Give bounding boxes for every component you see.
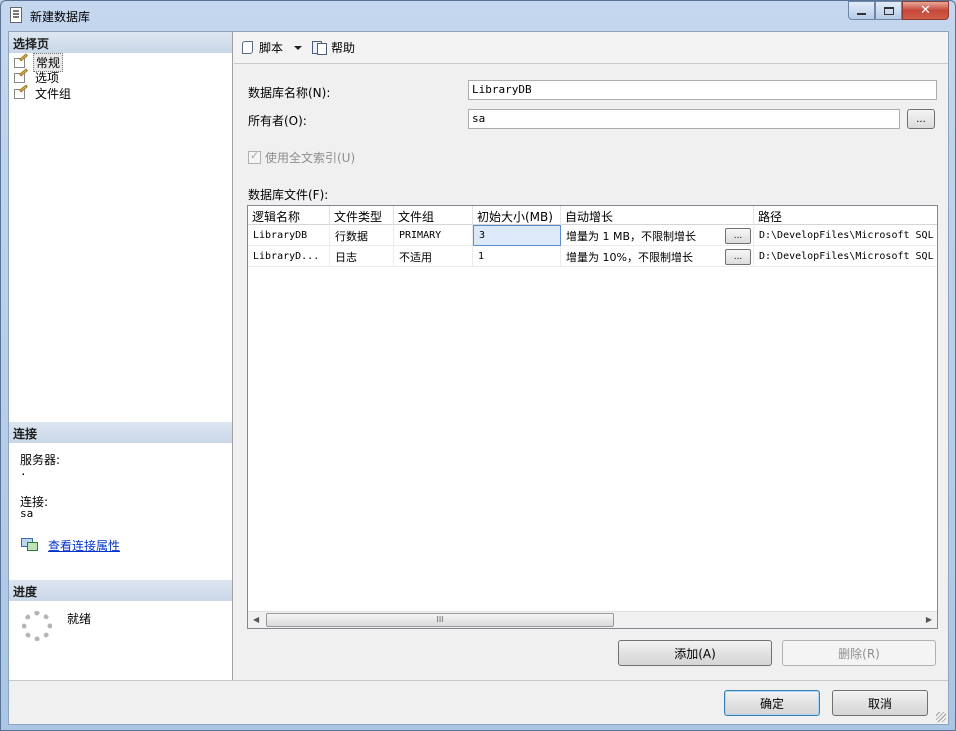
connection-header: 连接: [9, 422, 232, 443]
progress-status: 就绪: [67, 612, 92, 626]
connection-properties-icon: [21, 538, 39, 552]
column-header[interactable]: 文件组: [394, 206, 473, 225]
cell-path[interactable]: D:\DevelopFiles\Microsoft SQL: [754, 246, 937, 267]
column-header[interactable]: 路径: [754, 206, 937, 225]
fulltext-index-option[interactable]: 使用全文索引(U): [248, 149, 355, 166]
page-item-filegroups[interactable]: 文件组: [13, 84, 73, 101]
grid-header: 逻辑名称 文件类型 文件组 初始大小(MB) 自动增长 路径: [248, 206, 937, 225]
autogrowth-edit-button[interactable]: ...: [725, 248, 751, 265]
right-pane: 脚本 帮助 数据库名称(N): LibraryDB 所有者(O): sa ...…: [234, 32, 948, 680]
resize-grip-icon[interactable]: [936, 712, 946, 722]
dialog-client-area: 选择页 常规 选项 文件组 连接 服务器: . 连接: sa 查看连接属性 进度…: [8, 31, 949, 725]
script-label: 脚本: [259, 41, 284, 55]
database-files-grid: 逻辑名称 文件类型 文件组 初始大小(MB) 自动增长 路径 LibraryDB…: [247, 205, 938, 629]
minimize-button[interactable]: [848, 1, 875, 20]
fulltext-index-label: 使用全文索引(U): [265, 151, 356, 165]
server-value: .: [20, 465, 27, 478]
cancel-button[interactable]: 取消: [832, 690, 928, 716]
db-name-input[interactable]: LibraryDB: [468, 80, 937, 100]
autogrowth-text: 增量为 10%，不限制增长: [566, 250, 693, 264]
cell-path[interactable]: D:\DevelopFiles\Microsoft SQL: [754, 225, 937, 246]
cell-logical-name[interactable]: LibraryD...: [248, 246, 330, 267]
page-item-label: 文件组: [35, 86, 72, 101]
script-button[interactable]: 脚本: [240, 39, 303, 56]
autogrowth-edit-button[interactable]: ...: [725, 227, 751, 244]
close-button[interactable]: ✕: [902, 1, 949, 20]
column-header[interactable]: 逻辑名称: [248, 206, 330, 225]
chevron-down-icon[interactable]: [294, 45, 303, 50]
table-row[interactable]: LibraryDB 行数据 PRIMARY 3 增量为 1 MB，不限制增长 .…: [248, 225, 937, 246]
cell-file-type[interactable]: 行数据: [330, 225, 394, 246]
scroll-right-icon[interactable]: ▶: [926, 615, 932, 624]
close-icon: ✕: [920, 3, 931, 18]
title-bar[interactable]: 新建数据库 ✕: [1, 1, 955, 31]
db-name-label: 数据库名称(N):: [248, 86, 331, 100]
column-header[interactable]: 自动增长: [561, 206, 754, 225]
page-edit-icon: [13, 84, 29, 100]
owner-browse-button[interactable]: ...: [907, 109, 935, 129]
cell-initial-size[interactable]: 1: [473, 246, 561, 267]
table-row[interactable]: LibraryD... 日志 不适用 1 增量为 10%，不限制增长 ... D…: [248, 246, 937, 267]
owner-input[interactable]: sa: [468, 109, 900, 129]
help-icon: [312, 40, 328, 55]
db-files-label: 数据库文件(F):: [248, 188, 329, 202]
owner-label: 所有者(O):: [248, 114, 307, 128]
maximize-button[interactable]: [875, 1, 902, 20]
new-database-window: 新建数据库 ✕ 选择页 常规 选项 文件组 连接 服务器: . 连接: sa 查…: [0, 0, 956, 731]
column-header[interactable]: 初始大小(MB): [473, 206, 561, 225]
progress-spinner-icon: [22, 611, 52, 641]
page-item-label: 选项: [35, 70, 60, 85]
view-connection-properties-link[interactable]: 查看连接属性: [48, 537, 120, 554]
progress-header: 进度: [9, 580, 232, 601]
window-controls: ✕: [848, 1, 949, 20]
cell-logical-name[interactable]: LibraryDB: [248, 225, 330, 246]
column-header[interactable]: 文件类型: [330, 206, 394, 225]
horizontal-scrollbar[interactable]: ◀ III ▶: [248, 611, 937, 628]
minimize-icon: [857, 12, 866, 15]
cell-autogrowth[interactable]: 增量为 1 MB，不限制增长 ...: [561, 225, 754, 246]
add-button[interactable]: 添加(A): [618, 640, 772, 666]
page-edit-icon: [13, 53, 29, 69]
connection-value: sa: [20, 507, 34, 520]
left-pane: 选择页 常规 选项 文件组 连接 服务器: . 连接: sa 查看连接属性 进度…: [9, 32, 233, 680]
cell-file-type[interactable]: 日志: [330, 246, 394, 267]
page-edit-icon: [13, 68, 29, 84]
cell-filegroup[interactable]: PRIMARY: [394, 225, 473, 246]
cell-filegroup[interactable]: 不适用: [394, 246, 473, 267]
remove-button[interactable]: 删除(R): [782, 640, 936, 666]
script-icon: [240, 40, 256, 55]
document-icon: [10, 7, 22, 23]
window-title: 新建数据库: [30, 10, 91, 24]
ok-button[interactable]: 确定: [724, 690, 820, 716]
scrollbar-thumb[interactable]: III: [266, 613, 614, 627]
fulltext-index-checkbox[interactable]: [248, 149, 261, 164]
toolbar: 脚本 帮助: [234, 32, 948, 64]
maximize-icon: [883, 6, 894, 15]
dialog-button-bar: 确定 取消: [9, 680, 948, 724]
scroll-left-icon[interactable]: ◀: [253, 615, 259, 624]
select-page-header: 选择页: [9, 32, 232, 53]
cell-autogrowth[interactable]: 增量为 10%，不限制增长 ...: [561, 246, 754, 267]
page-item-options[interactable]: 选项: [13, 68, 61, 85]
help-label: 帮助: [331, 41, 356, 55]
autogrowth-text: 增量为 1 MB，不限制增长: [566, 229, 697, 243]
cell-initial-size[interactable]: 3: [473, 225, 561, 246]
help-button[interactable]: 帮助: [312, 39, 355, 56]
